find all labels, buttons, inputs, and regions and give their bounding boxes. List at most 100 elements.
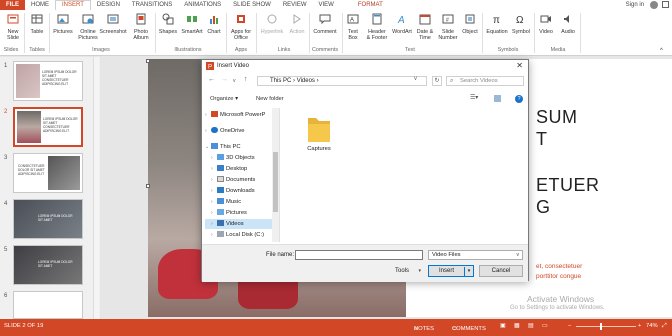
nav-item-desktop[interactable]: › Desktop (205, 164, 279, 174)
insert-button[interactable]: Insert ▾ (428, 265, 474, 277)
comment-button[interactable]: Comment (311, 13, 339, 35)
tab-animations[interactable]: ANIMATIONS (178, 0, 227, 10)
search-box[interactable]: ⌕ Search Videos (446, 76, 524, 86)
nav-item-downloads[interactable]: › Downloads (205, 186, 279, 196)
view-options-icon[interactable]: ☰▾ (470, 95, 478, 101)
chart-button[interactable]: Chart (206, 13, 222, 35)
up-arrow-icon[interactable]: ↑ (244, 76, 248, 83)
apps-for-office-button[interactable]: Apps for Office (228, 13, 254, 41)
thumbnail-scrollbar[interactable] (93, 57, 99, 319)
text-box-button[interactable]: A Text Box (344, 13, 362, 41)
header-footer-button[interactable]: Header & Footer (364, 13, 390, 41)
slide-body-text[interactable]: et, consectetuer (536, 263, 582, 270)
slide-thumbnail-selected[interactable]: LOREM IPSUM DOLOR SIT AMET CONSECTETUER … (13, 107, 83, 147)
tab-insert[interactable]: INSERT (55, 0, 91, 10)
fit-slide-icon[interactable]: ⤢ (662, 322, 667, 330)
tab-design[interactable]: DESIGN (91, 0, 126, 10)
tab-file[interactable]: FILE (0, 0, 25, 10)
tab-slide-show[interactable]: SLIDE SHOW (227, 0, 277, 10)
slide-body-text[interactable]: porttitor congue (536, 273, 581, 280)
scrollbar-thumb[interactable] (273, 152, 278, 212)
slide-thumbnail[interactable]: LOREM IPSUM DOLOR SIT AMET (13, 245, 83, 285)
new-folder-button[interactable]: New folder (256, 96, 284, 102)
close-icon[interactable]: ✕ (516, 61, 523, 70)
nav-item-music[interactable]: › Music (205, 197, 279, 207)
forward-arrow-icon[interactable]: → (221, 76, 228, 83)
normal-view-icon[interactable]: ▣ (500, 322, 505, 330)
equation-button[interactable]: π Equation (484, 13, 510, 35)
slide-title-line[interactable]: G (536, 197, 551, 218)
recent-locations-chevron-icon[interactable]: v (233, 78, 236, 84)
audio-button[interactable]: Audio (558, 13, 578, 35)
help-icon[interactable]: ? (515, 95, 523, 103)
video-button[interactable]: Video (536, 13, 556, 35)
zoom-slider[interactable] (576, 326, 636, 327)
tab-transitions[interactable]: TRANSITIONS (126, 0, 178, 10)
selection-handle[interactable] (146, 59, 150, 63)
group-symbols-label: Symbols (497, 47, 519, 53)
tab-home[interactable]: HOME (25, 0, 55, 10)
new-slide-button[interactable]: New Slide (3, 13, 23, 41)
nav-item-videos[interactable]: › Videos (205, 219, 279, 229)
user-icon[interactable] (650, 1, 658, 9)
zoom-slider-thumb[interactable] (600, 323, 602, 330)
share-icon[interactable] (662, 1, 669, 8)
breadcrumb-this-pc[interactable]: This PC (270, 78, 291, 84)
nav-item-onedrive[interactable]: › OneDrive (205, 126, 279, 136)
nav-scrollbar[interactable] (272, 108, 279, 242)
slide-thumbnail[interactable]: CONSECTETUER DOLOR SIT AMET ADIPISCING E… (13, 153, 83, 193)
preview-pane-icon[interactable] (494, 95, 501, 102)
insert-options-chevron-icon[interactable]: ▾ (464, 267, 473, 276)
action-button[interactable]: Action (287, 13, 307, 35)
tab-review[interactable]: REVIEW (277, 0, 313, 10)
slide-thumbnail[interactable] (13, 291, 83, 319)
symbol-button[interactable]: Ω Symbol (510, 13, 532, 35)
photo-album-button[interactable]: Photo Album (130, 13, 152, 41)
tools-menu[interactable]: Tools ▾ (395, 266, 421, 276)
address-bar[interactable]: This PC › Videos › (257, 76, 427, 86)
wordart-button[interactable]: A WordArt (391, 13, 413, 35)
organize-menu[interactable]: Organize ▾ (210, 96, 238, 102)
zoom-level[interactable]: 74% (646, 322, 658, 330)
slide-thumbnail[interactable]: LOREM IPSUM DOLOR SIT AMET (13, 199, 83, 239)
slide-title-line[interactable]: ETUER (536, 175, 600, 196)
slide-thumbnail[interactable]: LOREM IPSUM DOLOR SIT AMET CONSECTETUER … (13, 61, 83, 101)
tab-view[interactable]: VIEW (313, 0, 340, 10)
slide-title-line[interactable]: T (536, 129, 548, 150)
date-time-button[interactable]: Date & Time (414, 13, 436, 41)
online-pictures-button[interactable]: Online Pictures (77, 13, 99, 41)
shapes-button[interactable]: Shapes (158, 13, 178, 35)
file-name-input[interactable] (295, 250, 423, 260)
sign-in-link[interactable]: Sign in (626, 0, 644, 10)
screenshot-button[interactable]: Screenshot (99, 13, 127, 35)
zoom-out-icon[interactable]: − (568, 322, 571, 330)
tab-format[interactable]: FORMAT (352, 0, 389, 10)
zoom-in-icon[interactable]: + (638, 322, 641, 330)
folder-item-captures[interactable]: Captures (301, 114, 337, 152)
back-arrow-icon[interactable]: ← (208, 76, 215, 83)
pictures-button[interactable]: Pictures (52, 13, 74, 35)
address-dropdown-icon[interactable]: v (414, 76, 417, 82)
nav-item-microsoft-powerpoint[interactable]: › Microsoft PowerP (205, 110, 279, 120)
hyperlink-button[interactable]: Hyperlink (258, 13, 286, 35)
refresh-icon[interactable]: ↻ (432, 76, 442, 86)
nav-item-3d-objects[interactable]: › 3D Objects (205, 153, 279, 163)
file-type-select[interactable]: Video Files v (428, 250, 523, 260)
collapse-ribbon-icon[interactable]: ^ (660, 48, 663, 54)
nav-item-documents[interactable]: › Documents (205, 175, 279, 185)
object-button[interactable]: Object (460, 13, 480, 35)
table-button[interactable]: Table (29, 13, 45, 35)
slide-title-line[interactable]: SUM (536, 107, 578, 128)
nav-item-this-pc[interactable]: ⌄ This PC (205, 142, 279, 152)
selection-handle[interactable] (146, 184, 150, 188)
reading-view-icon[interactable]: ▤ (528, 322, 533, 330)
expand-chevron-icon[interactable]: › (205, 126, 211, 136)
slide-show-view-icon[interactable]: ▭ (542, 322, 547, 330)
breadcrumb-videos[interactable]: Videos (297, 78, 315, 84)
smartart-button[interactable]: SmartArt (180, 13, 204, 35)
slide-number-button[interactable]: # Slide Number (437, 13, 459, 41)
nav-item-pictures[interactable]: › Pictures (205, 208, 279, 218)
cancel-button[interactable]: Cancel (479, 265, 523, 277)
nav-item-local-disk[interactable]: › Local Disk (C:) (205, 230, 279, 240)
slide-sorter-view-icon[interactable]: ▦ (514, 322, 519, 330)
